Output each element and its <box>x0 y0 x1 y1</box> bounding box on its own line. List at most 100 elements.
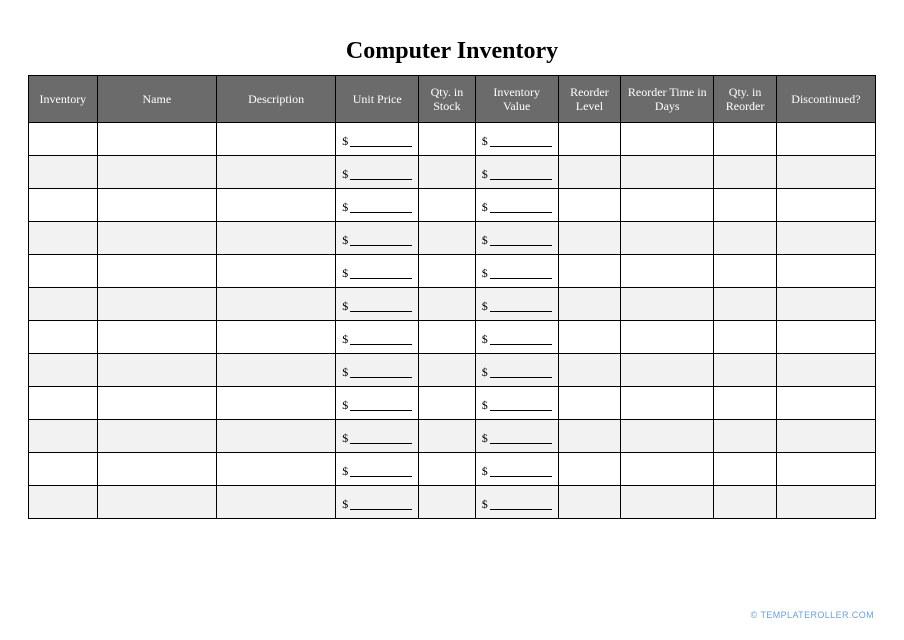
table-cell[interactable] <box>714 354 777 387</box>
table-cell[interactable] <box>776 420 875 453</box>
table-cell[interactable] <box>97 288 216 321</box>
table-cell[interactable] <box>621 156 714 189</box>
table-cell[interactable] <box>714 453 777 486</box>
table-cell[interactable]: $ <box>475 156 558 189</box>
table-cell[interactable]: $ <box>336 288 419 321</box>
table-cell[interactable] <box>97 420 216 453</box>
table-cell[interactable] <box>776 354 875 387</box>
table-cell[interactable] <box>29 189 98 222</box>
table-cell[interactable] <box>776 222 875 255</box>
table-cell[interactable] <box>776 156 875 189</box>
table-cell[interactable]: $ <box>336 156 419 189</box>
table-cell[interactable] <box>419 420 476 453</box>
table-cell[interactable] <box>558 222 621 255</box>
table-cell[interactable]: $ <box>336 255 419 288</box>
table-cell[interactable]: $ <box>336 387 419 420</box>
table-cell[interactable]: $ <box>336 453 419 486</box>
table-cell[interactable] <box>714 321 777 354</box>
table-cell[interactable] <box>419 288 476 321</box>
blank-line[interactable] <box>350 344 412 345</box>
table-cell[interactable]: $ <box>336 354 419 387</box>
table-cell[interactable]: $ <box>475 321 558 354</box>
table-cell[interactable] <box>419 123 476 156</box>
blank-line[interactable] <box>490 443 552 444</box>
table-cell[interactable] <box>97 486 216 519</box>
table-cell[interactable] <box>97 387 216 420</box>
table-cell[interactable] <box>558 156 621 189</box>
blank-line[interactable] <box>490 179 552 180</box>
table-cell[interactable] <box>714 486 777 519</box>
blank-line[interactable] <box>490 245 552 246</box>
table-cell[interactable] <box>558 288 621 321</box>
blank-line[interactable] <box>350 509 412 510</box>
table-cell[interactable] <box>216 321 335 354</box>
table-cell[interactable] <box>29 354 98 387</box>
table-cell[interactable] <box>419 255 476 288</box>
table-cell[interactable]: $ <box>336 189 419 222</box>
table-cell[interactable] <box>97 222 216 255</box>
table-cell[interactable] <box>97 321 216 354</box>
table-cell[interactable] <box>216 255 335 288</box>
blank-line[interactable] <box>490 410 552 411</box>
table-cell[interactable] <box>216 222 335 255</box>
table-cell[interactable]: $ <box>475 123 558 156</box>
blank-line[interactable] <box>490 212 552 213</box>
blank-line[interactable] <box>350 443 412 444</box>
table-cell[interactable] <box>621 321 714 354</box>
blank-line[interactable] <box>350 212 412 213</box>
table-cell[interactable] <box>714 420 777 453</box>
table-cell[interactable] <box>714 387 777 420</box>
blank-line[interactable] <box>350 476 412 477</box>
table-cell[interactable]: $ <box>475 222 558 255</box>
table-cell[interactable]: $ <box>336 486 419 519</box>
blank-line[interactable] <box>490 146 552 147</box>
table-cell[interactable] <box>97 255 216 288</box>
table-cell[interactable] <box>714 123 777 156</box>
table-cell[interactable] <box>621 189 714 222</box>
table-cell[interactable] <box>776 123 875 156</box>
table-cell[interactable] <box>558 453 621 486</box>
blank-line[interactable] <box>490 377 552 378</box>
table-cell[interactable]: $ <box>475 387 558 420</box>
table-cell[interactable] <box>29 255 98 288</box>
table-cell[interactable] <box>776 288 875 321</box>
table-cell[interactable] <box>29 486 98 519</box>
table-cell[interactable] <box>621 486 714 519</box>
blank-line[interactable] <box>490 311 552 312</box>
table-cell[interactable] <box>29 156 98 189</box>
table-cell[interactable] <box>216 453 335 486</box>
table-cell[interactable] <box>776 189 875 222</box>
table-cell[interactable] <box>558 321 621 354</box>
blank-line[interactable] <box>350 311 412 312</box>
table-cell[interactable] <box>97 189 216 222</box>
table-cell[interactable]: $ <box>475 453 558 486</box>
table-cell[interactable]: $ <box>475 255 558 288</box>
table-cell[interactable] <box>558 189 621 222</box>
table-cell[interactable] <box>419 222 476 255</box>
table-cell[interactable] <box>29 387 98 420</box>
table-cell[interactable] <box>419 321 476 354</box>
table-cell[interactable] <box>29 222 98 255</box>
table-cell[interactable] <box>776 321 875 354</box>
table-cell[interactable] <box>621 420 714 453</box>
table-cell[interactable] <box>558 486 621 519</box>
table-cell[interactable] <box>216 387 335 420</box>
table-cell[interactable] <box>216 123 335 156</box>
table-cell[interactable] <box>621 288 714 321</box>
blank-line[interactable] <box>490 278 552 279</box>
table-cell[interactable] <box>714 156 777 189</box>
table-cell[interactable] <box>558 387 621 420</box>
table-cell[interactable] <box>776 453 875 486</box>
blank-line[interactable] <box>350 179 412 180</box>
blank-line[interactable] <box>490 509 552 510</box>
table-cell[interactable] <box>558 420 621 453</box>
table-cell[interactable] <box>419 189 476 222</box>
table-cell[interactable] <box>419 354 476 387</box>
table-cell[interactable] <box>97 453 216 486</box>
blank-line[interactable] <box>350 245 412 246</box>
table-cell[interactable] <box>776 486 875 519</box>
blank-line[interactable] <box>490 344 552 345</box>
table-cell[interactable] <box>97 354 216 387</box>
table-cell[interactable] <box>621 453 714 486</box>
table-cell[interactable] <box>216 288 335 321</box>
